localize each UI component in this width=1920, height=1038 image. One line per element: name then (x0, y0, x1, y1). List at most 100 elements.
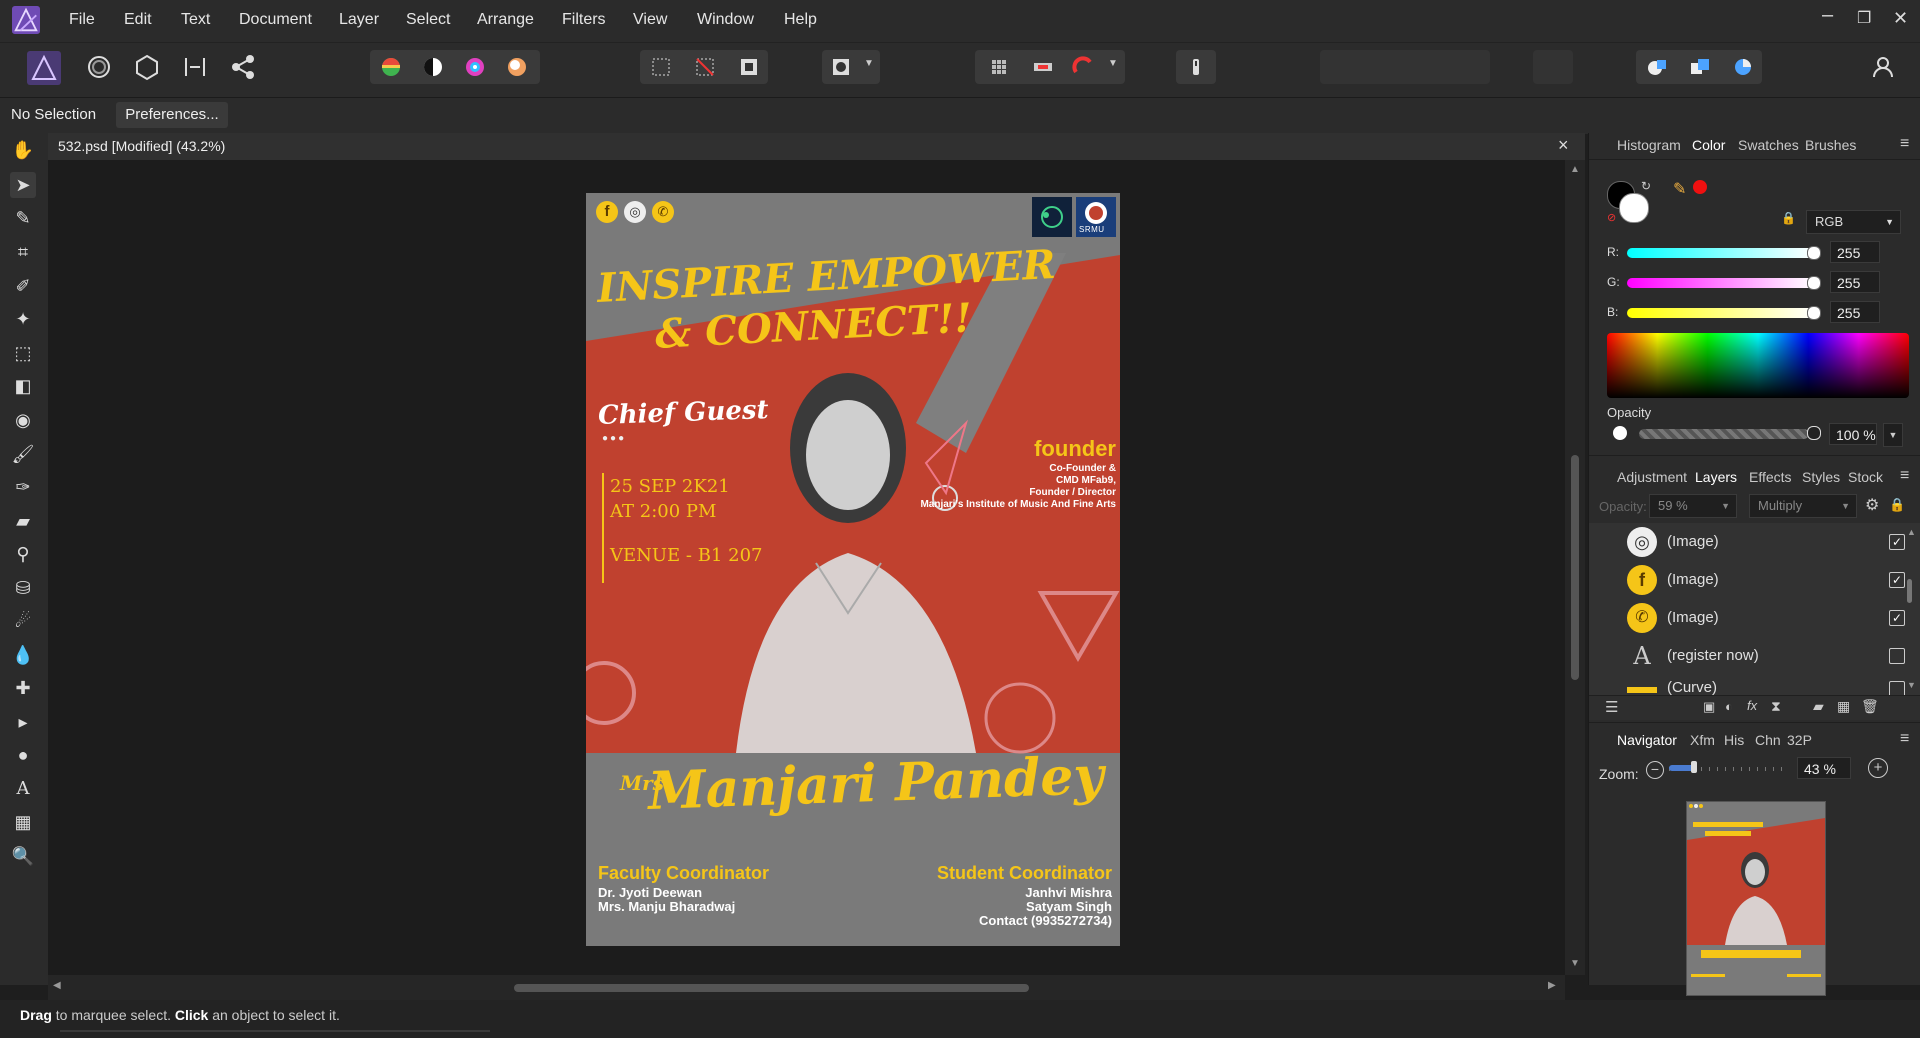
zoom-value-field[interactable]: 43 % (1797, 757, 1851, 779)
layer-row[interactable]: A (register now) (1589, 637, 1920, 676)
blue-value-field[interactable]: 255 (1830, 301, 1880, 323)
menu-window[interactable]: Window (697, 11, 754, 29)
no-color-icon[interactable]: ⊘ (1607, 211, 1616, 224)
subtract-shape-icon[interactable] (1682, 50, 1716, 84)
green-value-field[interactable]: 255 (1830, 271, 1880, 293)
zoom-tool-icon[interactable]: 🔍 (10, 843, 36, 869)
menu-arrange[interactable]: Arrange (477, 11, 534, 29)
horizontal-scroll-thumb[interactable] (514, 984, 1029, 992)
layers-stack-icon[interactable]: ☰ (1605, 698, 1618, 716)
quick-mask-icon[interactable] (824, 50, 858, 84)
blue-slider-handle[interactable] (1807, 306, 1821, 320)
layer-visibility-checkbox[interactable] (1889, 648, 1905, 664)
scroll-up-icon[interactable]: ▲ (1570, 164, 1580, 175)
tab-histogram[interactable]: Histogram (1617, 137, 1681, 153)
move-tool-icon[interactable]: ➤ (10, 172, 36, 198)
tab-adjustment[interactable]: Adjustment (1617, 469, 1687, 485)
menu-help[interactable]: Help (784, 11, 817, 29)
red-slider[interactable] (1627, 248, 1813, 258)
assistant-icon[interactable] (1179, 50, 1213, 84)
minimize-icon[interactable]: – (1822, 4, 1833, 27)
color-replacement-tool-icon[interactable]: ✑ (10, 474, 36, 500)
menu-text[interactable]: Text (181, 11, 210, 29)
menu-file[interactable]: File (69, 11, 95, 29)
pixel-layer-icon[interactable]: ▦ (1837, 698, 1850, 715)
green-slider[interactable] (1627, 278, 1813, 288)
view-tool-hand-icon[interactable]: ✋ (10, 137, 36, 163)
menu-edit[interactable]: Edit (124, 11, 152, 29)
lock-layer-icon[interactable]: 🔒 (1889, 497, 1905, 513)
live-filter-icon[interactable]: ⧗ (1771, 698, 1781, 715)
layer-visibility-checkbox[interactable]: ✓ (1889, 610, 1905, 626)
dodge-tool-icon[interactable]: ⚲ (10, 541, 36, 567)
zoom-out-icon[interactable]: − (1646, 761, 1664, 779)
adjustment-layer-icon[interactable]: ◐ (1725, 699, 1733, 714)
picked-color-swatch[interactable] (1693, 180, 1707, 194)
poster-artwork[interactable]: f ◎ ✆ SRMU INSPIRE EMPOWER & CONNECT!! C… (586, 193, 1120, 946)
auto-levels-icon[interactable] (374, 50, 408, 84)
color-spectrum[interactable] (1607, 333, 1909, 398)
group-folder-icon[interactable]: ▰ (1813, 698, 1824, 715)
vertical-scrollbar[interactable]: ▲ ▼ (1565, 160, 1585, 975)
primary-color-swatch[interactable] (1619, 193, 1649, 223)
invert-selection-icon[interactable] (732, 50, 766, 84)
color-picker-tool-icon[interactable]: ✎ (10, 205, 36, 231)
chevron-down-icon[interactable]: ▼ (864, 58, 874, 69)
layer-row[interactable]: ✆ (Image) ✓ (1589, 599, 1920, 638)
blur-brush-tool-icon[interactable]: 💧 (10, 642, 36, 668)
layer-row[interactable]: f (Image) ✓ (1589, 561, 1920, 600)
fx-layer-icon[interactable]: fx (1747, 698, 1757, 713)
panel-menu-icon[interactable]: ≡ (1900, 467, 1909, 485)
opacity-slider-handle[interactable] (1807, 426, 1821, 440)
mirror-icon[interactable] (1026, 50, 1060, 84)
red-slider-handle[interactable] (1807, 246, 1821, 260)
clone-tool-icon[interactable]: ⛁ (10, 575, 36, 601)
tab-stock[interactable]: Stock (1848, 469, 1883, 485)
panel-menu-icon[interactable]: ≡ (1900, 730, 1909, 748)
panel-menu-icon[interactable]: ≡ (1900, 135, 1909, 153)
text-tool-icon[interactable]: A (10, 776, 36, 802)
tab-styles[interactable]: Styles (1802, 469, 1840, 485)
gradient-tool-icon[interactable]: ◉ (10, 407, 36, 433)
mesh-warp-tool-icon[interactable]: ▦ (10, 809, 36, 835)
mask-layer-icon[interactable]: ▣ (1703, 699, 1715, 715)
opacity-value-field[interactable]: 100 % (1829, 423, 1877, 445)
layers-scroll-down-icon[interactable]: ▼ (1907, 680, 1916, 690)
color-model-select[interactable]: RGB ▼ (1806, 210, 1901, 234)
lock-icon[interactable]: 🔒 (1781, 211, 1796, 225)
tab-brushes[interactable]: Brushes (1805, 137, 1856, 153)
affinity-logo-icon[interactable] (12, 6, 40, 34)
preferences-button[interactable]: Preferences... (116, 102, 228, 128)
close-document-icon[interactable]: × (1558, 135, 1569, 156)
flood-select-tool-icon[interactable]: ✦ (10, 306, 36, 332)
photo-persona-icon[interactable] (26, 50, 62, 86)
menu-layer[interactable]: Layer (339, 11, 379, 29)
tab-navigator[interactable]: Navigator (1617, 732, 1677, 748)
snapping-icon[interactable] (1066, 50, 1100, 84)
restore-icon[interactable]: ❐ (1857, 8, 1871, 28)
layers-scroll-thumb[interactable] (1907, 579, 1912, 603)
grid-icon[interactable] (982, 50, 1016, 84)
user-account-icon[interactable] (1866, 50, 1900, 84)
document-tab[interactable]: 532.psd [Modified] (43.2%) × (48, 133, 1585, 160)
blue-slider[interactable] (1627, 308, 1813, 318)
marquee-tool-icon[interactable]: ⬚ (10, 340, 36, 366)
tab-32p[interactable]: 32P (1787, 732, 1812, 748)
auto-contrast-icon[interactable] (416, 50, 450, 84)
healing-brush-tool-icon[interactable]: ✚ (10, 675, 36, 701)
layer-opacity-select[interactable]: 59 % ▼ (1649, 494, 1737, 518)
select-all-icon[interactable] (644, 50, 678, 84)
green-slider-handle[interactable] (1807, 276, 1821, 290)
zoom-in-icon[interactable]: + (1868, 758, 1888, 778)
tab-color[interactable]: Color (1692, 137, 1725, 153)
delete-layer-icon[interactable]: 🗑 (1861, 698, 1879, 715)
tab-channels[interactable]: Chn (1755, 732, 1781, 748)
liquify-persona-icon[interactable] (82, 50, 116, 84)
blend-mode-select[interactable]: Multiply ▼ (1749, 494, 1857, 518)
erase-brush-tool-icon[interactable]: ▰ (10, 508, 36, 534)
menu-select[interactable]: Select (406, 11, 450, 29)
auto-white-balance-icon[interactable] (500, 50, 534, 84)
layer-row[interactable]: (Curve) (1589, 675, 1920, 696)
deselect-icon[interactable] (688, 50, 722, 84)
tab-history[interactable]: His (1724, 732, 1744, 748)
